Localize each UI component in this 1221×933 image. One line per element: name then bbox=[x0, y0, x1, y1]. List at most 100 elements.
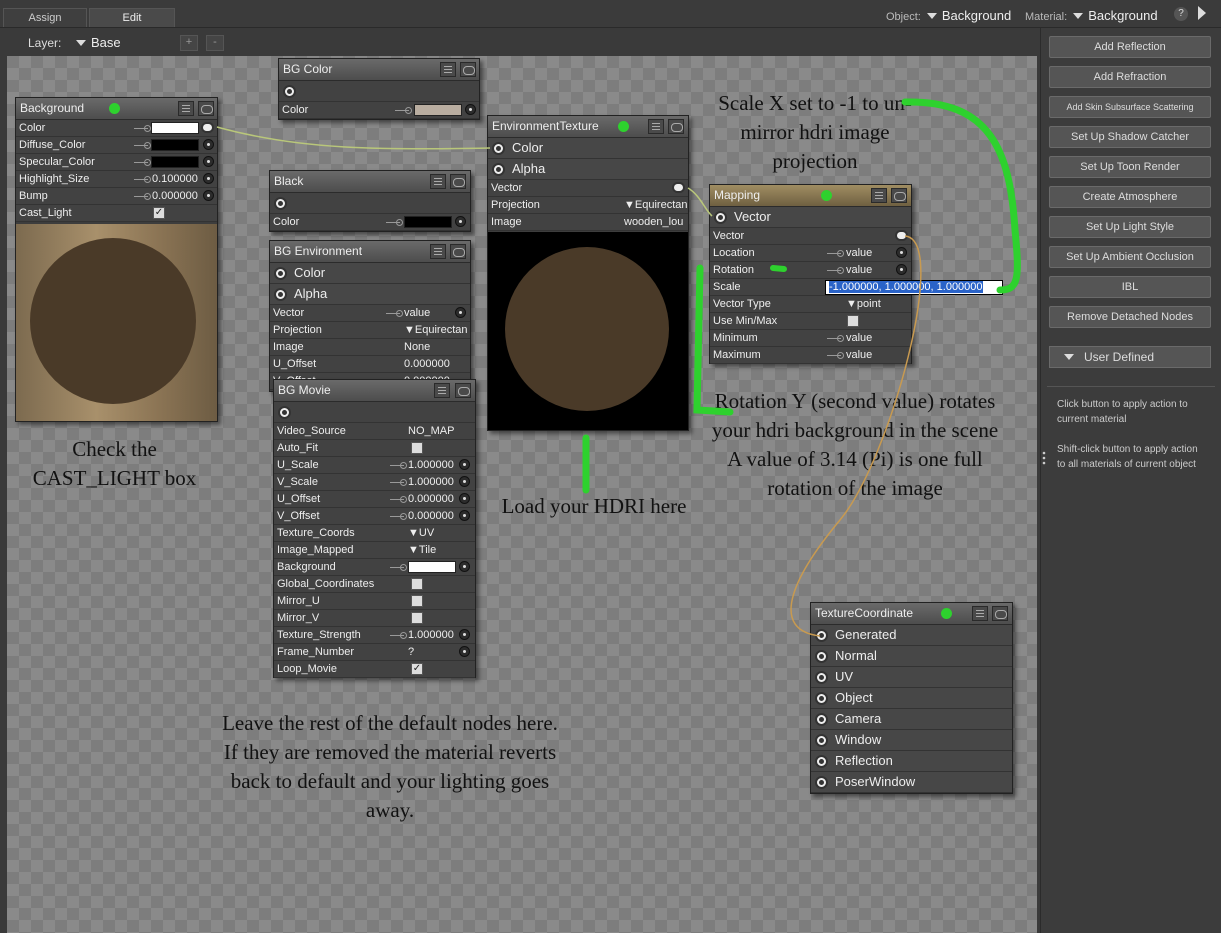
projection-dropdown[interactable]: ▼Equirectan bbox=[624, 197, 687, 213]
output-socket-icon[interactable] bbox=[815, 650, 828, 663]
param-value[interactable]: 0.000000 bbox=[152, 188, 198, 204]
output-socket-icon[interactable] bbox=[815, 671, 828, 684]
checkbox[interactable] bbox=[411, 595, 423, 607]
param-row[interactable]: Vector Type ▼point bbox=[710, 296, 911, 313]
output-socket-icon[interactable] bbox=[714, 211, 727, 224]
node-environment-texture[interactable]: EnvironmentTexture Color Alpha Vector Pr… bbox=[487, 115, 689, 431]
node-header[interactable]: BG Environment bbox=[270, 241, 470, 263]
param-value[interactable]: NO_MAP bbox=[408, 423, 454, 439]
menu-icon[interactable] bbox=[178, 101, 194, 116]
input-socket-icon[interactable] bbox=[459, 459, 470, 470]
image-selector[interactable]: None bbox=[404, 339, 430, 355]
param-row[interactable]: Global_Coordinates bbox=[274, 576, 475, 593]
param-row[interactable]: Cast_Light ✓ bbox=[16, 205, 217, 222]
node-header[interactable]: TextureCoordinate bbox=[811, 603, 1012, 625]
remove-layer-button[interactable]: - bbox=[206, 35, 224, 51]
input-socket-icon[interactable] bbox=[459, 510, 470, 521]
user-defined-dropdown[interactable]: User Defined bbox=[1049, 346, 1211, 368]
input-socket-icon[interactable] bbox=[896, 247, 907, 258]
color-swatch[interactable] bbox=[408, 561, 456, 573]
input-socket-icon[interactable] bbox=[459, 629, 470, 640]
output-socket-icon[interactable] bbox=[278, 406, 291, 419]
preview-toggle-icon[interactable] bbox=[668, 119, 684, 134]
node-black[interactable]: Black Color bbox=[269, 170, 471, 232]
menu-icon[interactable] bbox=[430, 174, 446, 189]
node-background[interactable]: Background Color Diffuse_Color Specular_… bbox=[15, 97, 218, 422]
input-socket-icon[interactable] bbox=[203, 173, 214, 184]
param-row[interactable]: Projection ▼Equirectan bbox=[270, 322, 470, 339]
param-row[interactable]: Rotation value bbox=[710, 262, 911, 279]
input-socket-icon[interactable] bbox=[455, 216, 466, 227]
dropdown[interactable]: ▼Tile bbox=[408, 542, 436, 558]
material-selector[interactable]: Material: Background bbox=[1025, 8, 1158, 23]
action-button[interactable]: Set Up Light Style bbox=[1049, 216, 1211, 238]
param-row[interactable]: Background bbox=[274, 559, 475, 576]
input-socket-icon[interactable] bbox=[672, 182, 685, 193]
param-row[interactable]: Use Min/Max bbox=[710, 313, 911, 330]
action-button[interactable]: Set Up Toon Render bbox=[1049, 156, 1211, 178]
input-socket-icon[interactable] bbox=[455, 307, 466, 318]
param-row[interactable]: Diffuse_Color bbox=[16, 137, 217, 154]
param-row[interactable]: Bump 0.000000 bbox=[16, 188, 217, 205]
dropdown[interactable]: ▼UV bbox=[408, 525, 434, 541]
param-row[interactable]: Loop_Movie ✓ bbox=[274, 661, 475, 678]
param-row[interactable]: Location value bbox=[710, 245, 911, 262]
param-value[interactable]: value bbox=[404, 305, 430, 321]
add-layer-button[interactable]: + bbox=[180, 35, 198, 51]
input-socket-icon[interactable] bbox=[459, 561, 470, 572]
node-header[interactable]: Background bbox=[16, 98, 217, 120]
param-row[interactable]: Texture_Coords ▼UV bbox=[274, 525, 475, 542]
menu-icon[interactable] bbox=[972, 606, 988, 621]
input-socket-icon[interactable] bbox=[459, 646, 470, 657]
output-row[interactable]: Generated bbox=[811, 625, 1012, 646]
input-socket-icon[interactable] bbox=[203, 190, 214, 201]
node-bg-environment[interactable]: BG Environment Color Alpha Vector value P… bbox=[269, 240, 471, 392]
param-value[interactable]: value bbox=[846, 347, 872, 363]
output-row[interactable]: PoserWindow bbox=[811, 772, 1012, 793]
param-value[interactable]: value bbox=[846, 262, 872, 278]
param-row[interactable]: Image wooden_lou bbox=[488, 214, 688, 231]
color-swatch[interactable] bbox=[414, 104, 462, 116]
param-row[interactable]: V_Scale 1.000000 bbox=[274, 474, 475, 491]
scale-input[interactable]: -1.000000, 1.000000, 1.000000 bbox=[825, 280, 1003, 295]
panel-splitter-icon[interactable] bbox=[1042, 450, 1046, 466]
menu-icon[interactable] bbox=[430, 244, 446, 259]
output-socket-icon[interactable] bbox=[815, 734, 828, 747]
output-socket-icon[interactable] bbox=[274, 267, 287, 280]
node-header[interactable]: EnvironmentTexture bbox=[488, 116, 688, 138]
input-socket-icon[interactable] bbox=[895, 230, 908, 241]
param-row[interactable]: U_Scale 1.000000 bbox=[274, 457, 475, 474]
output-row[interactable]: Color bbox=[270, 263, 470, 284]
input-socket-icon[interactable] bbox=[203, 156, 214, 167]
param-row[interactable]: Mirror_U bbox=[274, 593, 475, 610]
param-row[interactable]: Vector bbox=[710, 228, 911, 245]
preview-toggle-icon[interactable] bbox=[455, 383, 471, 398]
action-button[interactable]: Create Atmosphere bbox=[1049, 186, 1211, 208]
output-row[interactable]: Camera bbox=[811, 709, 1012, 730]
preview-toggle-icon[interactable] bbox=[992, 606, 1008, 621]
input-socket-icon[interactable] bbox=[459, 493, 470, 504]
output-socket-icon[interactable] bbox=[492, 142, 505, 155]
panel-arrow-icon[interactable] bbox=[1198, 6, 1206, 20]
input-socket-icon[interactable] bbox=[459, 476, 470, 487]
param-row[interactable]: Color bbox=[16, 120, 217, 137]
input-socket-icon[interactable] bbox=[465, 104, 476, 115]
output-row[interactable]: Normal bbox=[811, 646, 1012, 667]
action-button[interactable]: Set Up Shadow Catcher bbox=[1049, 126, 1211, 148]
output-socket-icon[interactable] bbox=[283, 85, 296, 98]
output-socket-icon[interactable] bbox=[815, 713, 828, 726]
param-row[interactable]: Frame_Number? bbox=[274, 644, 475, 661]
param-value[interactable]: 0.000000 bbox=[404, 356, 450, 372]
param-row[interactable]: Scale -1.000000, 1.000000, 1.000000 bbox=[710, 279, 1003, 296]
param-row[interactable]: Maximum value bbox=[710, 347, 911, 364]
node-header[interactable]: BG Color bbox=[279, 59, 479, 81]
projection-dropdown[interactable]: ▼Equirectan bbox=[404, 322, 467, 338]
param-value[interactable]: value bbox=[846, 245, 872, 261]
param-row[interactable]: Vector value bbox=[270, 305, 470, 322]
menu-icon[interactable] bbox=[871, 188, 887, 203]
checkbox[interactable]: ✓ bbox=[411, 663, 423, 675]
image-selector[interactable]: wooden_lou bbox=[624, 214, 683, 230]
param-row[interactable]: U_Offset 0.000000 bbox=[274, 491, 475, 508]
param-row[interactable]: Projection ▼Equirectan bbox=[488, 197, 688, 214]
param-row[interactable]: Vector bbox=[488, 180, 688, 197]
